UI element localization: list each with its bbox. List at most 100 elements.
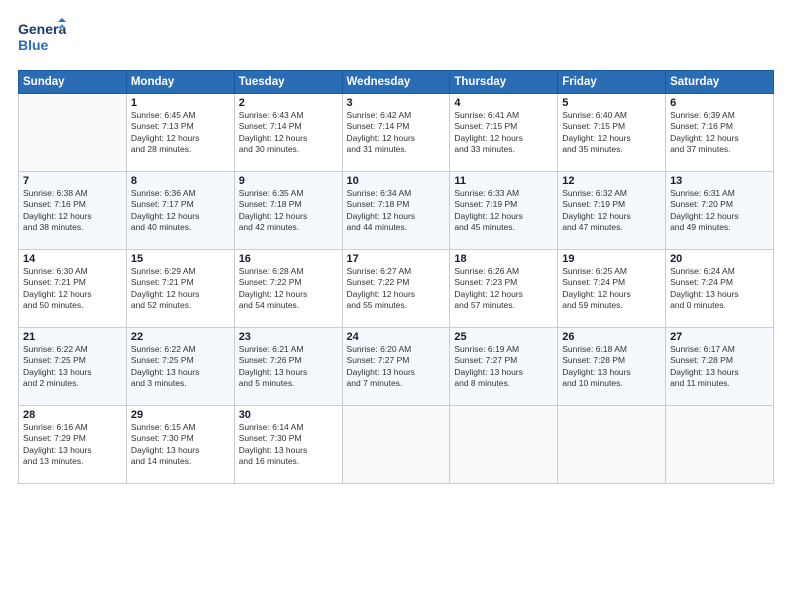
day-number: 12 (562, 175, 661, 187)
day-info: Sunrise: 6:28 AM Sunset: 7:22 PM Dayligh… (239, 266, 338, 312)
calendar-cell: 1Sunrise: 6:45 AM Sunset: 7:13 PM Daylig… (126, 94, 234, 172)
calendar-cell: 24Sunrise: 6:20 AM Sunset: 7:27 PM Dayli… (342, 328, 450, 406)
calendar-cell: 8Sunrise: 6:36 AM Sunset: 7:17 PM Daylig… (126, 172, 234, 250)
calendar-cell: 29Sunrise: 6:15 AM Sunset: 7:30 PM Dayli… (126, 406, 234, 484)
header-thursday: Thursday (450, 71, 558, 94)
day-info: Sunrise: 6:45 AM Sunset: 7:13 PM Dayligh… (131, 110, 230, 156)
day-number: 2 (239, 97, 338, 109)
day-number: 6 (670, 97, 769, 109)
logo: General Blue (18, 18, 66, 60)
day-number: 21 (23, 331, 122, 343)
day-info: Sunrise: 6:15 AM Sunset: 7:30 PM Dayligh… (131, 422, 230, 468)
day-number: 24 (347, 331, 446, 343)
header-monday: Monday (126, 71, 234, 94)
week-row-5: 28Sunrise: 6:16 AM Sunset: 7:29 PM Dayli… (19, 406, 774, 484)
day-number: 14 (23, 253, 122, 265)
day-number: 26 (562, 331, 661, 343)
header-saturday: Saturday (666, 71, 774, 94)
day-info: Sunrise: 6:18 AM Sunset: 7:28 PM Dayligh… (562, 344, 661, 390)
svg-text:Blue: Blue (18, 37, 49, 53)
calendar-cell: 14Sunrise: 6:30 AM Sunset: 7:21 PM Dayli… (19, 250, 127, 328)
week-row-3: 14Sunrise: 6:30 AM Sunset: 7:21 PM Dayli… (19, 250, 774, 328)
logo-svg: General Blue (18, 18, 66, 60)
calendar-cell (342, 406, 450, 484)
day-number: 27 (670, 331, 769, 343)
day-info: Sunrise: 6:17 AM Sunset: 7:28 PM Dayligh… (670, 344, 769, 390)
calendar-cell: 4Sunrise: 6:41 AM Sunset: 7:15 PM Daylig… (450, 94, 558, 172)
day-info: Sunrise: 6:38 AM Sunset: 7:16 PM Dayligh… (23, 188, 122, 234)
day-info: Sunrise: 6:24 AM Sunset: 7:24 PM Dayligh… (670, 266, 769, 312)
week-row-2: 7Sunrise: 6:38 AM Sunset: 7:16 PM Daylig… (19, 172, 774, 250)
day-info: Sunrise: 6:26 AM Sunset: 7:23 PM Dayligh… (454, 266, 553, 312)
day-number: 5 (562, 97, 661, 109)
calendar-cell: 22Sunrise: 6:22 AM Sunset: 7:25 PM Dayli… (126, 328, 234, 406)
day-info: Sunrise: 6:40 AM Sunset: 7:15 PM Dayligh… (562, 110, 661, 156)
day-info: Sunrise: 6:22 AM Sunset: 7:25 PM Dayligh… (131, 344, 230, 390)
day-number: 28 (23, 409, 122, 421)
calendar-cell: 5Sunrise: 6:40 AM Sunset: 7:15 PM Daylig… (558, 94, 666, 172)
day-number: 15 (131, 253, 230, 265)
calendar-cell: 19Sunrise: 6:25 AM Sunset: 7:24 PM Dayli… (558, 250, 666, 328)
day-info: Sunrise: 6:32 AM Sunset: 7:19 PM Dayligh… (562, 188, 661, 234)
calendar-cell (666, 406, 774, 484)
day-info: Sunrise: 6:41 AM Sunset: 7:15 PM Dayligh… (454, 110, 553, 156)
header-tuesday: Tuesday (234, 71, 342, 94)
day-number: 19 (562, 253, 661, 265)
week-row-1: 1Sunrise: 6:45 AM Sunset: 7:13 PM Daylig… (19, 94, 774, 172)
calendar-cell: 25Sunrise: 6:19 AM Sunset: 7:27 PM Dayli… (450, 328, 558, 406)
day-info: Sunrise: 6:16 AM Sunset: 7:29 PM Dayligh… (23, 422, 122, 468)
day-number: 30 (239, 409, 338, 421)
day-number: 20 (670, 253, 769, 265)
header-friday: Friday (558, 71, 666, 94)
calendar-cell: 10Sunrise: 6:34 AM Sunset: 7:18 PM Dayli… (342, 172, 450, 250)
calendar-cell (19, 94, 127, 172)
calendar-cell: 23Sunrise: 6:21 AM Sunset: 7:26 PM Dayli… (234, 328, 342, 406)
day-info: Sunrise: 6:29 AM Sunset: 7:21 PM Dayligh… (131, 266, 230, 312)
calendar-cell: 28Sunrise: 6:16 AM Sunset: 7:29 PM Dayli… (19, 406, 127, 484)
svg-text:General: General (18, 21, 66, 37)
calendar-cell: 30Sunrise: 6:14 AM Sunset: 7:30 PM Dayli… (234, 406, 342, 484)
day-number: 22 (131, 331, 230, 343)
day-info: Sunrise: 6:33 AM Sunset: 7:19 PM Dayligh… (454, 188, 553, 234)
day-number: 1 (131, 97, 230, 109)
calendar-cell: 7Sunrise: 6:38 AM Sunset: 7:16 PM Daylig… (19, 172, 127, 250)
day-info: Sunrise: 6:14 AM Sunset: 7:30 PM Dayligh… (239, 422, 338, 468)
header-wednesday: Wednesday (342, 71, 450, 94)
day-number: 23 (239, 331, 338, 343)
day-info: Sunrise: 6:30 AM Sunset: 7:21 PM Dayligh… (23, 266, 122, 312)
day-number: 25 (454, 331, 553, 343)
page-header: General Blue (18, 18, 774, 60)
calendar-cell: 13Sunrise: 6:31 AM Sunset: 7:20 PM Dayli… (666, 172, 774, 250)
day-info: Sunrise: 6:31 AM Sunset: 7:20 PM Dayligh… (670, 188, 769, 234)
calendar-cell: 6Sunrise: 6:39 AM Sunset: 7:16 PM Daylig… (666, 94, 774, 172)
calendar-cell: 18Sunrise: 6:26 AM Sunset: 7:23 PM Dayli… (450, 250, 558, 328)
calendar-cell: 20Sunrise: 6:24 AM Sunset: 7:24 PM Dayli… (666, 250, 774, 328)
day-number: 11 (454, 175, 553, 187)
calendar-cell: 12Sunrise: 6:32 AM Sunset: 7:19 PM Dayli… (558, 172, 666, 250)
day-number: 3 (347, 97, 446, 109)
calendar-table: SundayMondayTuesdayWednesdayThursdayFrid… (18, 70, 774, 484)
header-sunday: Sunday (19, 71, 127, 94)
calendar-cell: 2Sunrise: 6:43 AM Sunset: 7:14 PM Daylig… (234, 94, 342, 172)
day-info: Sunrise: 6:20 AM Sunset: 7:27 PM Dayligh… (347, 344, 446, 390)
day-info: Sunrise: 6:36 AM Sunset: 7:17 PM Dayligh… (131, 188, 230, 234)
day-info: Sunrise: 6:19 AM Sunset: 7:27 PM Dayligh… (454, 344, 553, 390)
day-number: 7 (23, 175, 122, 187)
day-number: 18 (454, 253, 553, 265)
calendar-cell: 21Sunrise: 6:22 AM Sunset: 7:25 PM Dayli… (19, 328, 127, 406)
calendar-header-row: SundayMondayTuesdayWednesdayThursdayFrid… (19, 71, 774, 94)
day-number: 13 (670, 175, 769, 187)
calendar-cell: 11Sunrise: 6:33 AM Sunset: 7:19 PM Dayli… (450, 172, 558, 250)
calendar-cell: 9Sunrise: 6:35 AM Sunset: 7:18 PM Daylig… (234, 172, 342, 250)
day-info: Sunrise: 6:39 AM Sunset: 7:16 PM Dayligh… (670, 110, 769, 156)
calendar-cell: 16Sunrise: 6:28 AM Sunset: 7:22 PM Dayli… (234, 250, 342, 328)
day-info: Sunrise: 6:34 AM Sunset: 7:18 PM Dayligh… (347, 188, 446, 234)
day-info: Sunrise: 6:43 AM Sunset: 7:14 PM Dayligh… (239, 110, 338, 156)
calendar-cell: 17Sunrise: 6:27 AM Sunset: 7:22 PM Dayli… (342, 250, 450, 328)
week-row-4: 21 Sunrise: 6:22 AM Sunset: 7:25 PM Dayli… (19, 328, 774, 406)
day-info: Sunrise: 6:27 AM Sunset: 7:22 PM Dayligh… (347, 266, 446, 312)
day-number: 17 (347, 253, 446, 265)
day-info: Sunrise: 6:21 AM Sunset: 7:26 PM Dayligh… (239, 344, 338, 390)
calendar-cell: 26Sunrise: 6:18 AM Sunset: 7:28 PM Dayli… (558, 328, 666, 406)
day-number: 10 (347, 175, 446, 187)
